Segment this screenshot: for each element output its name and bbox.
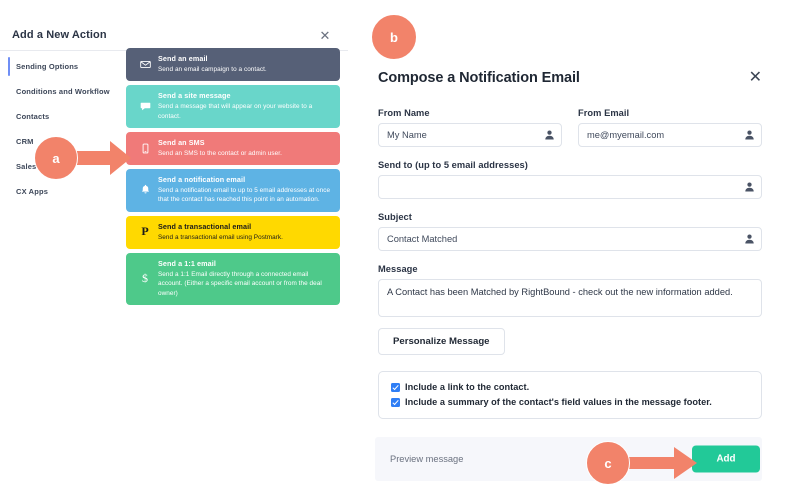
message-label: Message bbox=[378, 264, 418, 274]
bell-icon bbox=[134, 175, 156, 205]
close-icon[interactable]: ✕ bbox=[318, 29, 332, 43]
compose-notification-email-panel: Compose a Notification Email ✕ From Name… bbox=[362, 0, 800, 500]
envelope-icon bbox=[134, 54, 156, 74]
mobile-phone-icon bbox=[134, 138, 156, 158]
message-textarea[interactable]: A Contact has been Matched by RightBound… bbox=[378, 279, 762, 317]
sidebar-item-label: Sending Options bbox=[16, 62, 79, 71]
sidebar-item-label: CX Apps bbox=[16, 187, 49, 196]
sidebar-item-sending-options[interactable]: Sending Options bbox=[0, 54, 120, 79]
subject-group: Subject bbox=[378, 212, 762, 251]
dollar-sign-icon: $ bbox=[142, 271, 148, 286]
from-name-input[interactable] bbox=[378, 123, 562, 147]
page-title: Compose a Notification Email bbox=[378, 70, 580, 86]
action-card-title: Send a transactional email bbox=[158, 221, 252, 231]
action-card-title: Send an email bbox=[158, 54, 208, 63]
add-new-action-panel: Add a New Action ✕ Sending Options Condi… bbox=[0, 0, 348, 305]
action-card-description: Send a message that will appear on your … bbox=[158, 103, 313, 120]
from-name-label: From Name bbox=[378, 108, 430, 118]
personalize-message-button[interactable]: Personalize Message bbox=[378, 328, 505, 355]
action-card-send-a-notification-email[interactable]: Send a notification email Send a notific… bbox=[126, 169, 340, 212]
action-card-title: Send a site message bbox=[158, 91, 231, 101]
chat-bubble-icon bbox=[134, 91, 156, 121]
subject-input[interactable] bbox=[378, 227, 762, 251]
preview-message-link[interactable]: Preview message bbox=[390, 454, 463, 464]
from-email-input[interactable] bbox=[578, 123, 762, 147]
action-card-send-a-1-1-email[interactable]: $ Send a 1:1 email Send a 1:1 Email dire… bbox=[126, 253, 340, 305]
close-icon[interactable]: ✕ bbox=[749, 70, 762, 86]
sidebar-item-contacts[interactable]: Contacts bbox=[0, 104, 120, 129]
left-panel-title: Add a New Action bbox=[12, 29, 107, 41]
send-to-group: Send to (up to 5 email addresses) bbox=[378, 160, 762, 199]
action-card-description: Send an email campaign to a contact. bbox=[158, 66, 267, 73]
callout-badge-b: b bbox=[371, 14, 417, 60]
callout-badge-c: c bbox=[586, 441, 630, 485]
action-card-description: Send an SMS to the contact or admin user… bbox=[158, 149, 282, 157]
sidebar-item-conditions-and-workflow[interactable]: Conditions and Workflow bbox=[0, 79, 120, 104]
from-fields-row: From Name From Email bbox=[378, 108, 762, 147]
sidebar-item-label: Conditions and Workflow bbox=[16, 87, 110, 96]
include-link-row[interactable]: Include a link to the contact. bbox=[391, 382, 749, 392]
action-card-send-an-email[interactable]: Send an email Send an email campaign to … bbox=[126, 48, 340, 82]
sidebar-item-cx-apps[interactable]: CX Apps bbox=[0, 179, 120, 204]
panel-footer: Preview message Add bbox=[375, 437, 762, 481]
action-card-description: Send a 1:1 Email directly through a conn… bbox=[158, 271, 322, 297]
include-summary-checkbox[interactable] bbox=[391, 397, 400, 407]
sidebar-nav: Sending Options Conditions and Workflow … bbox=[0, 54, 120, 204]
send-to-label: Send to (up to 5 email addresses) bbox=[378, 160, 528, 170]
from-name-group: From Name bbox=[378, 108, 562, 147]
callout-badge-a: a bbox=[34, 136, 78, 180]
add-button[interactable]: Add bbox=[692, 445, 760, 473]
subject-label: Subject bbox=[378, 212, 412, 222]
notification-email-form: From Name From Email Send bbox=[378, 108, 762, 419]
action-card-title: Send a notification email bbox=[158, 175, 246, 185]
action-card-title: Send an SMS bbox=[158, 137, 205, 147]
from-email-group: From Email bbox=[578, 108, 762, 147]
action-card-title: Send a 1:1 email bbox=[158, 259, 216, 269]
sidebar-item-label: Contacts bbox=[16, 112, 50, 121]
from-email-label: From Email bbox=[578, 108, 630, 118]
send-to-input[interactable] bbox=[378, 175, 762, 199]
include-summary-label: Include a summary of the contact's field… bbox=[405, 397, 712, 407]
sidebar-item-label: Sales bbox=[16, 162, 37, 171]
postmark-p-icon: P bbox=[141, 224, 149, 239]
callout-arrow-c bbox=[618, 446, 698, 480]
action-card-send-a-transactional-email[interactable]: P Send a transactional email Send a tran… bbox=[126, 215, 340, 250]
include-link-checkbox[interactable] bbox=[391, 382, 400, 392]
sidebar-item-label: CRM bbox=[16, 137, 34, 146]
message-group: Message A Contact has been Matched by Ri… bbox=[378, 264, 762, 355]
include-link-label: Include a link to the contact. bbox=[405, 382, 530, 392]
action-card-send-an-sms[interactable]: Send an SMS Send an SMS to the contact o… bbox=[126, 131, 340, 166]
action-card-list: Send an email Send an email campaign to … bbox=[126, 48, 340, 309]
include-summary-row[interactable]: Include a summary of the contact's field… bbox=[391, 397, 749, 407]
include-options-panel: Include a link to the contact. Include a… bbox=[378, 371, 762, 419]
action-card-description: Send a notification email to up to 5 ema… bbox=[158, 187, 331, 204]
action-card-description: Send a transactional email using Postmar… bbox=[158, 233, 284, 241]
action-card-send-a-site-message[interactable]: Send a site message Send a message that … bbox=[126, 85, 340, 128]
